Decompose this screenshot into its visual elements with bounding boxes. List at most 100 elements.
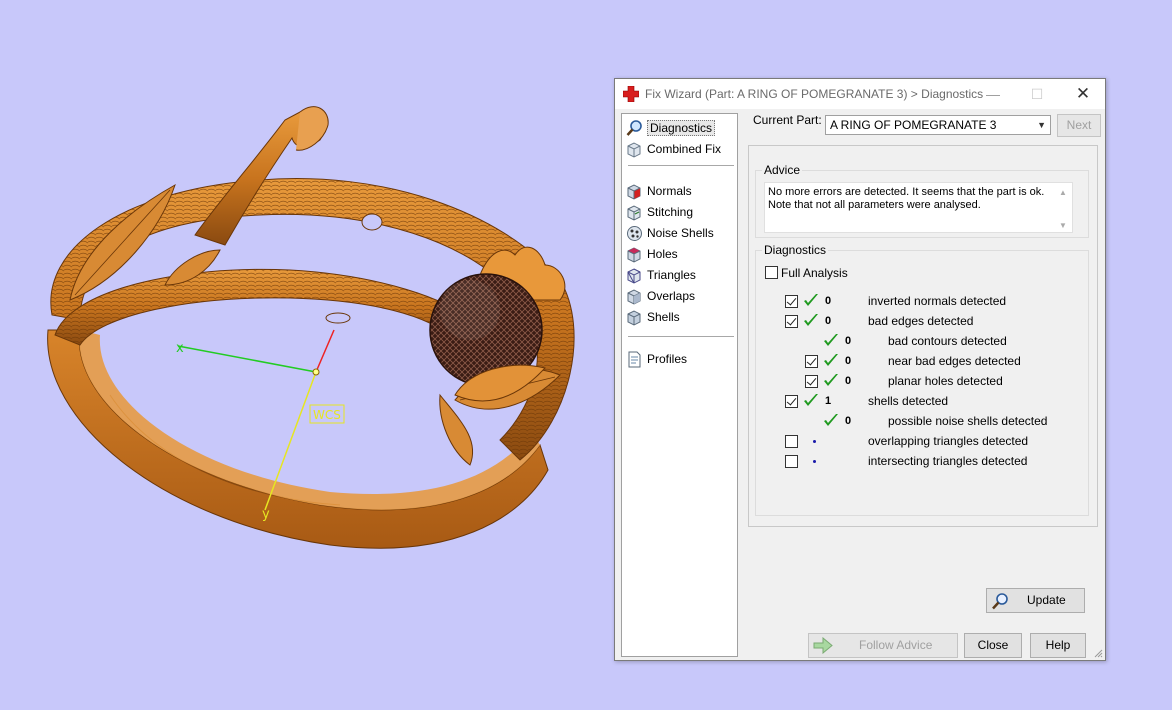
wcs-label: WCS xyxy=(313,408,341,422)
chevron-down-icon: ▼ xyxy=(1037,120,1046,130)
diagnostics-group: Diagnostics Full Analysis 0 inverted norm… xyxy=(755,243,1089,613)
pending-dot-icon xyxy=(813,440,816,443)
triangles-cube-icon xyxy=(627,267,641,284)
green-check-icon xyxy=(804,394,818,406)
green-check-icon xyxy=(824,374,838,386)
resize-grip-icon[interactable] xyxy=(1093,648,1103,658)
advice-scrollbar[interactable]: ▲ ▼ xyxy=(1055,183,1072,232)
diagnostic-count: 0 xyxy=(845,375,852,387)
diagnostic-label: intersecting triangles detected xyxy=(868,454,1028,468)
diagnostic-checkbox[interactable] xyxy=(785,435,798,448)
full-analysis-checkbox[interactable] xyxy=(765,266,778,279)
nav-item-stitching[interactable]: Stitching xyxy=(626,202,734,222)
diagnostic-label: near bad edges detected xyxy=(888,354,1021,368)
advice-title: Advice xyxy=(762,163,803,177)
nav-item-normals[interactable]: Normals xyxy=(626,181,734,201)
nav-item-label: Stitching xyxy=(647,205,694,219)
diagnostic-count: 0 xyxy=(845,355,852,367)
diagnostic-checkbox[interactable] xyxy=(805,355,818,368)
nav-item-combined-fix[interactable]: Combined Fix xyxy=(626,139,734,159)
nav-item-overlaps[interactable]: Overlaps xyxy=(626,286,734,306)
minimize-button[interactable]: — xyxy=(971,79,1015,109)
close-button[interactable]: Close xyxy=(964,633,1022,658)
diagnostic-checkbox[interactable] xyxy=(785,395,798,408)
normals-cube-icon xyxy=(627,183,641,200)
diagnostic-checkbox[interactable] xyxy=(805,375,818,388)
arrow-right-icon xyxy=(813,637,833,654)
x-axis-label: x xyxy=(176,341,184,356)
stitching-cube-icon xyxy=(627,204,641,221)
green-check-icon xyxy=(824,334,838,346)
diagnostic-checkbox[interactable] xyxy=(785,295,798,308)
dialog-title: Fix Wizard (Part: A RING OF POMEGRANATE … xyxy=(645,87,984,101)
profiles-document-icon xyxy=(628,351,641,367)
diagnostic-count: 0 xyxy=(825,315,832,327)
close-window-button[interactable]: ✕ xyxy=(1061,79,1105,109)
diagnostic-label: planar holes detected xyxy=(888,374,1003,388)
green-check-icon xyxy=(824,354,838,366)
cube-stack-icon xyxy=(627,141,641,158)
update-label: Update xyxy=(1027,593,1066,607)
nav-item-label: Noise Shells xyxy=(647,226,714,240)
diagnostic-count: 0 xyxy=(845,335,852,347)
nav-item-profiles[interactable]: Profiles xyxy=(626,349,734,369)
diagnostics-title: Diagnostics xyxy=(762,243,829,257)
nav-item-noise-shells[interactable]: Noise Shells xyxy=(626,223,734,243)
follow-advice-label: Follow Advice xyxy=(859,638,933,652)
diagnostic-label: bad edges detected xyxy=(868,314,974,328)
nav-item-label: Overlaps xyxy=(647,289,696,303)
maximize-button[interactable]: ☐ xyxy=(1015,79,1059,109)
nav-item-label: Shells xyxy=(647,310,680,324)
nav-item-diagnostics[interactable]: Diagnostics xyxy=(626,118,734,138)
next-button[interactable]: Next xyxy=(1057,114,1101,137)
current-part-label: Current Part: xyxy=(753,113,822,127)
diagnostic-count: 0 xyxy=(845,415,852,427)
advice-text: No more errors are detected. It seems th… xyxy=(768,186,1045,211)
follow-advice-button[interactable]: Follow Advice xyxy=(808,633,958,658)
nav-item-label: Diagnostics xyxy=(647,120,716,136)
shells-cube-icon xyxy=(627,309,641,326)
diagnostic-count: 0 xyxy=(825,295,832,307)
advice-textbox[interactable]: No more errors are detected. It seems th… xyxy=(764,182,1073,233)
nav-item-label: Holes xyxy=(647,247,678,261)
green-check-icon xyxy=(804,314,818,326)
nav-separator xyxy=(628,165,734,166)
diagnostic-label: shells detected xyxy=(868,394,949,408)
update-button[interactable]: Update xyxy=(986,588,1085,613)
nav-item-label: Combined Fix xyxy=(647,142,722,156)
title-bar[interactable]: Fix Wizard (Part: A RING OF POMEGRANATE … xyxy=(615,79,1105,109)
nav-item-holes[interactable]: Holes xyxy=(626,244,734,264)
help-button[interactable]: Help xyxy=(1030,633,1086,658)
holes-cube-icon xyxy=(627,246,641,263)
green-check-icon xyxy=(804,294,818,306)
nav-item-label: Normals xyxy=(647,184,692,198)
diagnostic-label: possible noise shells detected xyxy=(888,414,1048,428)
diagnostic-label: bad contours detected xyxy=(888,334,1007,348)
scroll-down-icon[interactable]: ▼ xyxy=(1059,219,1067,232)
nav-item-label: Profiles xyxy=(647,352,688,366)
diagnostic-checkbox[interactable] xyxy=(785,455,798,468)
diagnostic-label: inverted normals detected xyxy=(868,294,1007,308)
overlaps-cube-icon xyxy=(627,288,641,305)
red-cross-icon xyxy=(623,86,639,102)
current-part-value: A RING OF POMEGRANATE 3 xyxy=(830,118,997,132)
scroll-up-icon[interactable]: ▲ xyxy=(1059,186,1067,199)
diagnostic-checkbox[interactable] xyxy=(785,315,798,328)
magnifier-icon xyxy=(626,119,642,136)
nav-item-label: Triangles xyxy=(647,268,696,282)
noise-shells-icon xyxy=(627,225,642,241)
wizard-nav-list: Diagnostics Combined Fix Normals Stitchi… xyxy=(621,113,738,657)
diagnostic-label: overlapping triangles detected xyxy=(868,434,1029,448)
nav-item-triangles[interactable]: Triangles xyxy=(626,265,734,285)
fix-wizard-dialog: Fix Wizard (Part: A RING OF POMEGRANATE … xyxy=(614,78,1106,661)
nav-separator xyxy=(628,336,734,337)
y-axis-label: y xyxy=(262,507,270,522)
magnifier-icon xyxy=(992,593,1008,610)
current-part-select[interactable]: A RING OF POMEGRANATE 3 ▼ xyxy=(825,115,1051,135)
pending-dot-icon xyxy=(813,460,816,463)
ring-model-render: x y WCS xyxy=(47,106,575,549)
3d-viewport[interactable]: x y WCS xyxy=(0,0,610,707)
full-analysis-label: Full Analysis xyxy=(781,266,848,280)
diagnostic-count: 1 xyxy=(825,395,832,407)
nav-item-shells[interactable]: Shells xyxy=(626,307,734,327)
